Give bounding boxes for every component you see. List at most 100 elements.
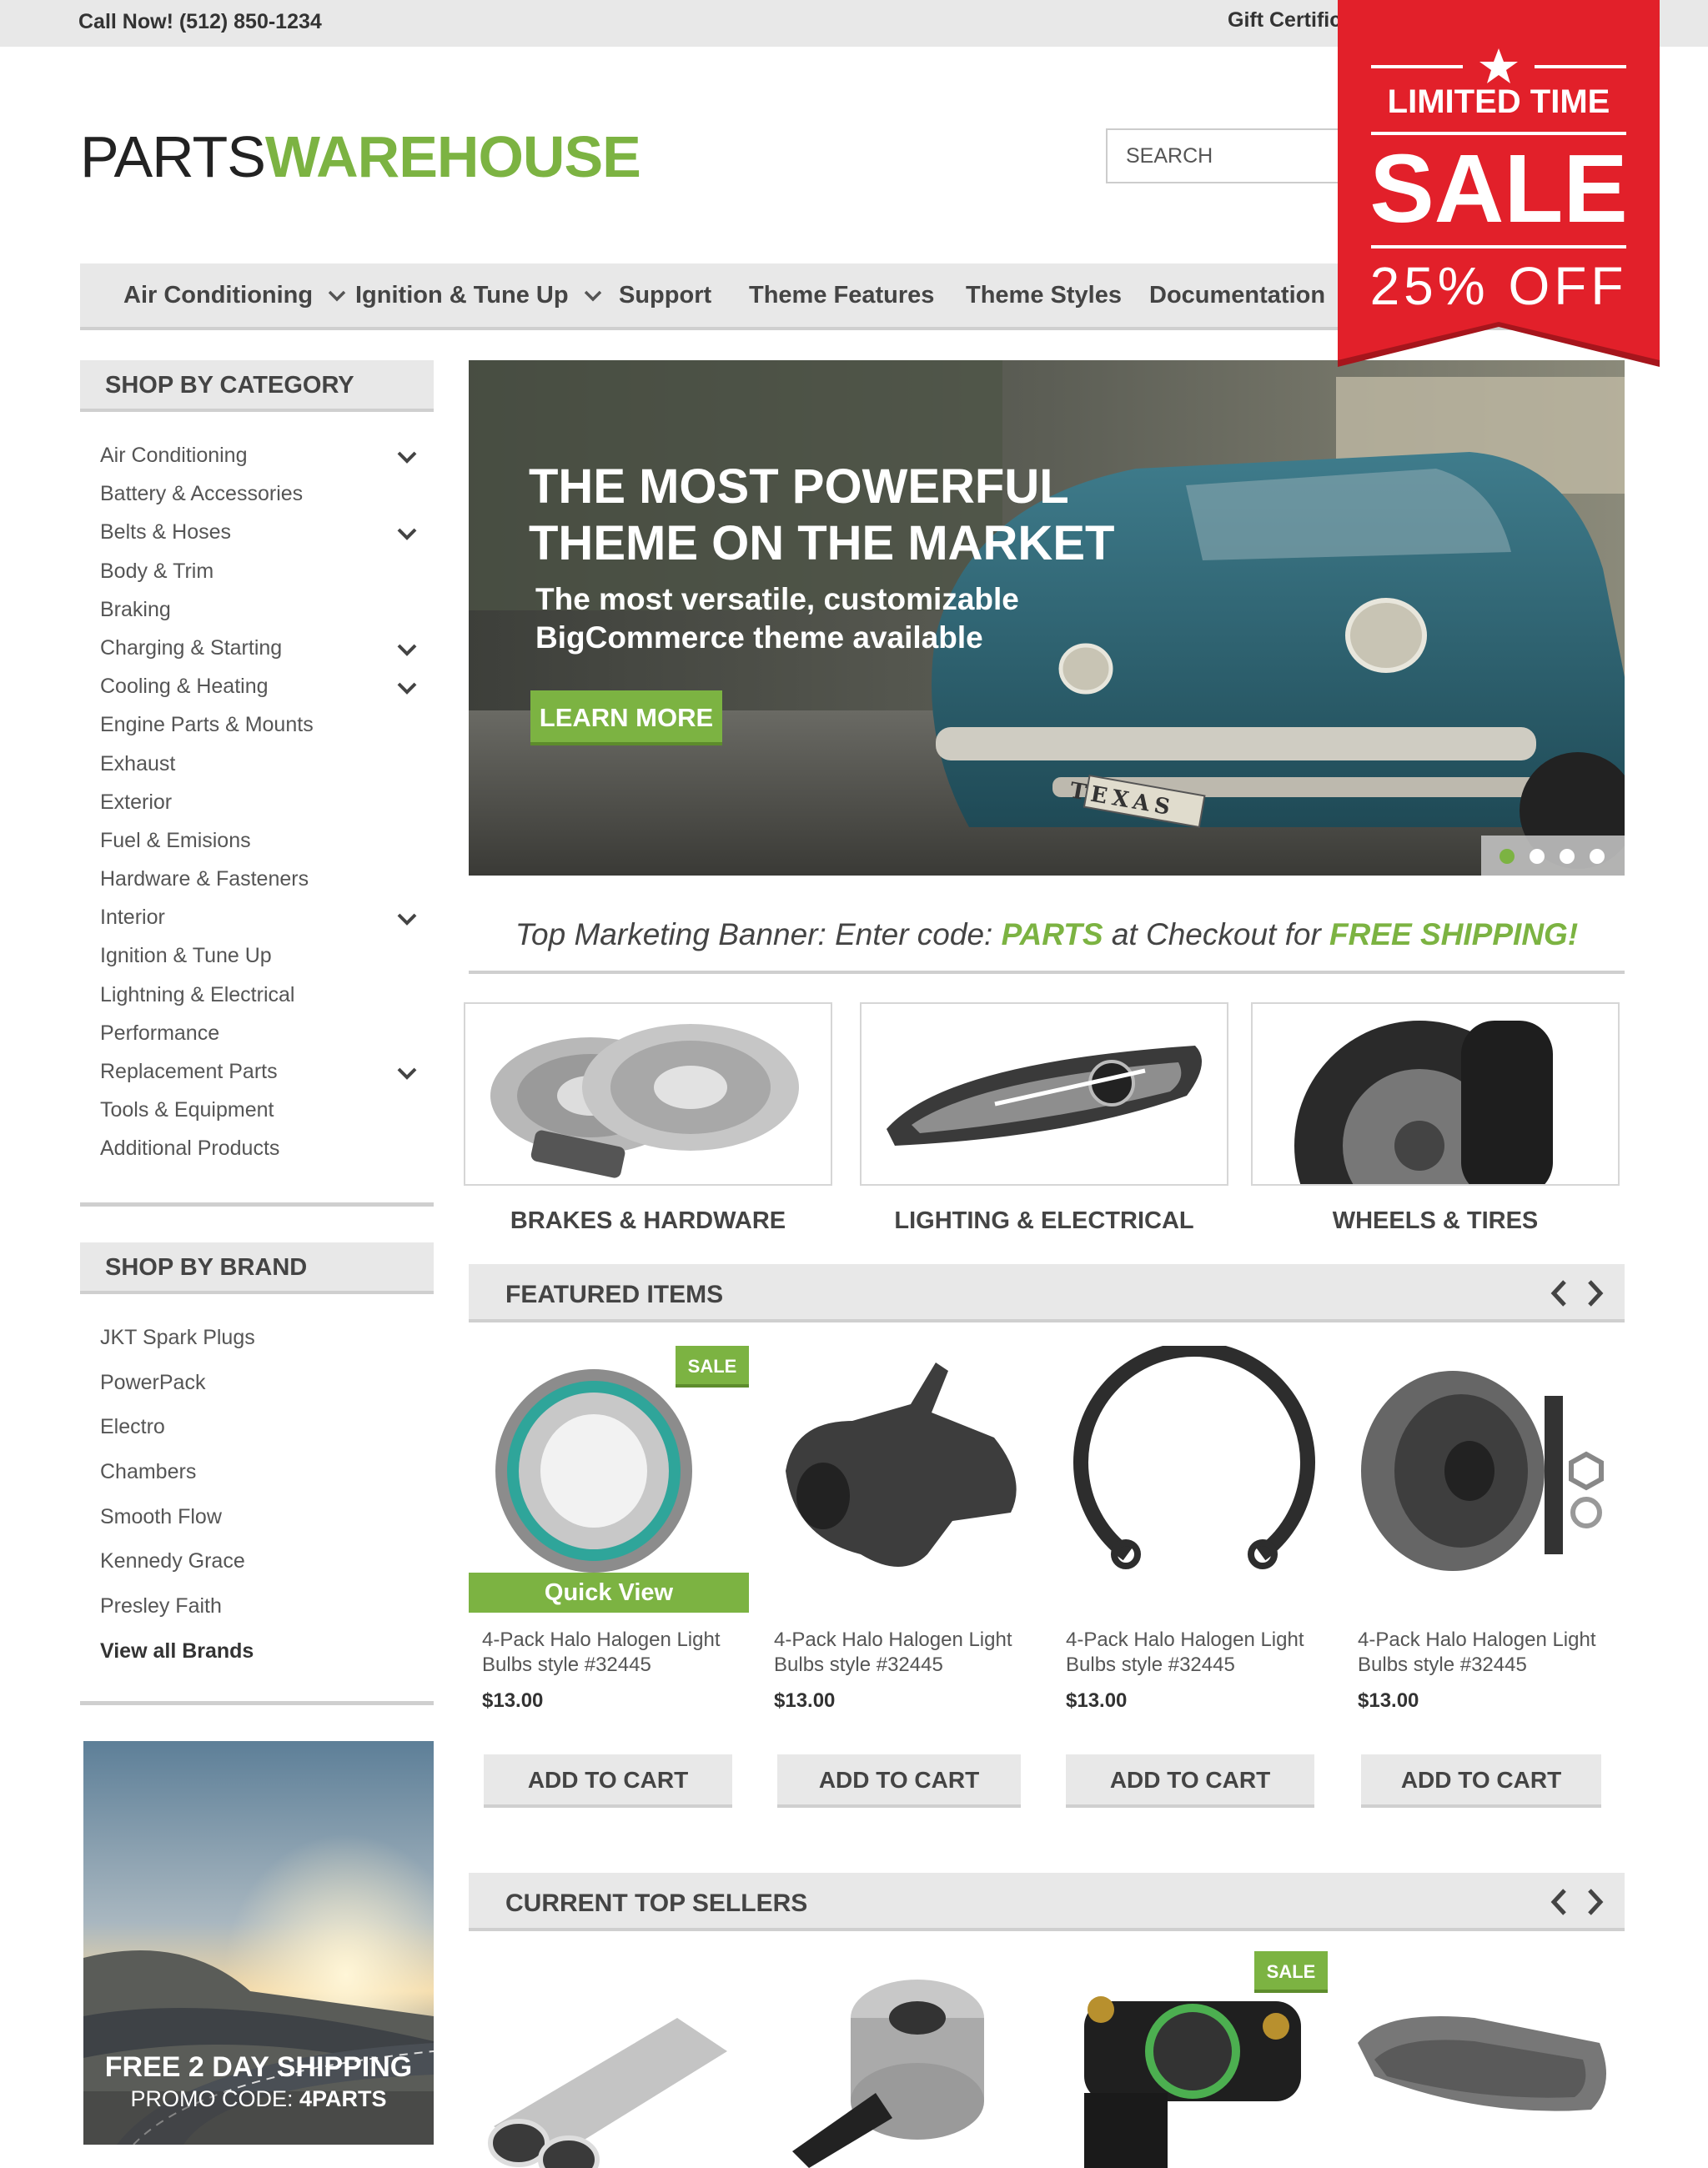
product-image[interactable]: SALE Quick View xyxy=(469,1346,752,1614)
brand-list: JKT Spark Plugs PowerPack Electro Chambers S… xyxy=(100,1322,417,1681)
add-to-cart-button[interactable]: ADD TO CART xyxy=(484,1754,732,1808)
sidebar-category-item[interactable]: Belts & Hoses xyxy=(100,517,417,555)
chevron-down-icon[interactable] xyxy=(397,681,417,695)
nav-item-ignition-tune-up[interactable]: Ignition & Tune Up xyxy=(355,263,602,327)
product-card[interactable]: 4-Pack Halo Halogen Light Bulbs style #3… xyxy=(761,1346,1044,1808)
site-logo[interactable]: PARTSWAREHOUSE xyxy=(80,123,641,190)
top-seller-image[interactable] xyxy=(477,1951,744,2168)
category-label[interactable]: BRAKES & HARDWARE xyxy=(464,1207,832,1235)
product-image[interactable] xyxy=(1052,1346,1336,1614)
divider xyxy=(80,1202,434,1207)
product-card[interactable]: SALE Quick View 4-Pack Halo Halogen Ligh… xyxy=(469,1346,752,1808)
product-title[interactable]: 4-Pack Halo Halogen Light Bulbs style #3… xyxy=(774,1628,1024,1678)
badge-line-3: 25% OFF xyxy=(1369,256,1628,316)
view-all-brands-link[interactable]: View all Brands xyxy=(100,1636,417,1681)
chevron-down-icon[interactable] xyxy=(397,643,417,656)
product-image[interactable] xyxy=(1344,1346,1628,1614)
category-tile-lighting[interactable] xyxy=(860,1002,1228,1186)
shipping-promo-banner[interactable]: FREE 2 DAY SHIPPING PROMO CODE: 4PARTS xyxy=(83,1741,434,2145)
nav-item-theme-styles[interactable]: Theme Styles xyxy=(966,263,1122,327)
nav-item-support[interactable]: Support xyxy=(619,263,711,327)
gift-certificates-link[interactable]: Gift Certifica xyxy=(1228,8,1353,33)
sidebar-brand-item[interactable]: Electro xyxy=(100,1412,417,1457)
retaining-ring-image xyxy=(1073,1346,1315,1569)
product-price: $13.00 xyxy=(1066,1689,1128,1712)
sidebar-category-label: Hardware & Fasteners xyxy=(100,867,309,891)
sidebar-category-item[interactable]: Engine Parts & Mounts xyxy=(100,710,417,748)
product-title[interactable]: 4-Pack Halo Halogen Light Bulbs style #3… xyxy=(1066,1628,1316,1678)
sidebar-category-item[interactable]: Exterior xyxy=(100,787,417,826)
sidebar-category-item[interactable]: Ignition & Tune Up xyxy=(100,941,417,979)
add-to-cart-button[interactable]: ADD TO CART xyxy=(1361,1754,1601,1808)
learn-more-button[interactable]: LEARN MORE xyxy=(530,690,722,745)
product-card[interactable]: 4-Pack Halo Halogen Light Bulbs style #3… xyxy=(1344,1346,1628,1808)
heading-text: CURRENT TOP SELLERS xyxy=(505,1889,808,1917)
slider-dot[interactable] xyxy=(1500,849,1515,864)
sidebar-brand-item[interactable]: Kennedy Grace xyxy=(100,1546,417,1591)
chevron-down-icon xyxy=(328,291,346,302)
product-image[interactable] xyxy=(761,1346,1044,1614)
sidebar-category-item[interactable]: Interior xyxy=(100,902,417,941)
sidebar-brand-item[interactable]: PowerPack xyxy=(100,1368,417,1413)
product-title[interactable]: 4-Pack Halo Halogen Light Bulbs style #3… xyxy=(482,1628,732,1678)
sidebar-category-item[interactable]: Additional Products xyxy=(100,1133,417,1172)
marketing-banner: Top Marketing Banner: Enter code: PARTS … xyxy=(469,917,1625,952)
chevron-down-icon xyxy=(584,291,601,302)
hero-headline-line-2: THEME ON THE MARKET xyxy=(529,516,1115,570)
featured-items-heading: FEATURED ITEMS xyxy=(469,1264,1625,1322)
sidebar-category-item[interactable]: Lightning & Electrical xyxy=(100,980,417,1018)
chevron-left-icon[interactable] xyxy=(1550,1888,1568,1916)
slider-dot[interactable] xyxy=(1530,849,1545,864)
top-seller-image[interactable] xyxy=(776,1951,1042,2168)
chevron-down-icon[interactable] xyxy=(397,1066,417,1080)
slider-dots xyxy=(1481,836,1625,876)
slider-dot[interactable] xyxy=(1590,849,1605,864)
chevron-left-icon[interactable] xyxy=(1550,1279,1568,1307)
sidebar-brand-item[interactable]: JKT Spark Plugs xyxy=(100,1322,417,1368)
chevron-down-icon[interactable] xyxy=(397,527,417,541)
sidebar-category-item[interactable]: Charging & Starting xyxy=(100,633,417,671)
category-label[interactable]: WHEELS & TIRES xyxy=(1251,1207,1620,1235)
sidebar-category-item[interactable]: Fuel & Emisions xyxy=(100,826,417,864)
nav-item-theme-features[interactable]: Theme Features xyxy=(749,263,934,327)
chevron-down-icon[interactable] xyxy=(397,450,417,464)
sidebar-category-label: Exhaust xyxy=(100,751,176,775)
sidebar-category-item[interactable]: Exhaust xyxy=(100,749,417,787)
sidebar-category-item[interactable]: Battery & Accessories xyxy=(100,479,417,517)
promo-code-prefix: PROMO CODE: xyxy=(130,2086,299,2111)
sidebar-category-item[interactable]: Body & Trim xyxy=(100,556,417,595)
hero-headline-line-1: THE MOST POWERFUL xyxy=(529,459,1069,514)
divider xyxy=(469,971,1625,974)
add-to-cart-button[interactable]: ADD TO CART xyxy=(1066,1754,1314,1808)
nav-item-documentation[interactable]: Documentation xyxy=(1149,263,1325,327)
quick-view-button[interactable]: Quick View xyxy=(469,1573,749,1613)
sidebar-category-item[interactable]: Tools & Equipment xyxy=(100,1095,417,1133)
divider xyxy=(80,1701,434,1705)
hero-slider[interactable]: TEXAS THE MOST POWERFUL THEME ON THE MAR… xyxy=(469,360,1625,876)
chevron-right-icon[interactable] xyxy=(1586,1279,1605,1307)
sidebar-category-item[interactable]: Replacement Parts xyxy=(100,1056,417,1095)
nav-item-air-conditioning[interactable]: Air Conditioning xyxy=(123,263,346,327)
sidebar-brand-item[interactable]: Presley Faith xyxy=(100,1591,417,1636)
product-card[interactable]: 4-Pack Halo Halogen Light Bulbs style #3… xyxy=(1052,1346,1336,1808)
limited-time-sale-badge[interactable]: LIMITED TIME SALE 25% OFF xyxy=(1338,0,1660,375)
phone-number[interactable]: Call Now! (512) 850-1234 xyxy=(78,10,322,34)
sidebar-category-item[interactable]: Hardware & Fasteners xyxy=(100,864,417,902)
sidebar-brand-item[interactable]: Chambers xyxy=(100,1457,417,1502)
add-to-cart-button[interactable]: ADD TO CART xyxy=(777,1754,1021,1808)
chevron-right-icon[interactable] xyxy=(1586,1888,1605,1916)
sidebar-category-item[interactable]: Braking xyxy=(100,595,417,633)
category-tile-wheels[interactable] xyxy=(1251,1002,1620,1186)
product-title[interactable]: 4-Pack Halo Halogen Light Bulbs style #3… xyxy=(1358,1628,1608,1678)
top-seller-image[interactable]: SALE xyxy=(1068,1951,1334,2168)
chevron-down-icon[interactable] xyxy=(397,912,417,926)
slider-dot[interactable] xyxy=(1560,849,1575,864)
category-label[interactable]: LIGHTING & ELECTRICAL xyxy=(860,1207,1228,1235)
sidebar-category-item[interactable]: Performance xyxy=(100,1018,417,1056)
sidebar-brand-item[interactable]: Smooth Flow xyxy=(100,1502,417,1547)
sidebar-category-item[interactable]: Air Conditioning xyxy=(100,440,417,479)
search-input[interactable] xyxy=(1108,130,1354,182)
sidebar-category-item[interactable]: Cooling & Heating xyxy=(100,671,417,710)
category-tile-brakes[interactable] xyxy=(464,1002,832,1186)
top-seller-image[interactable] xyxy=(1349,1951,1616,2168)
